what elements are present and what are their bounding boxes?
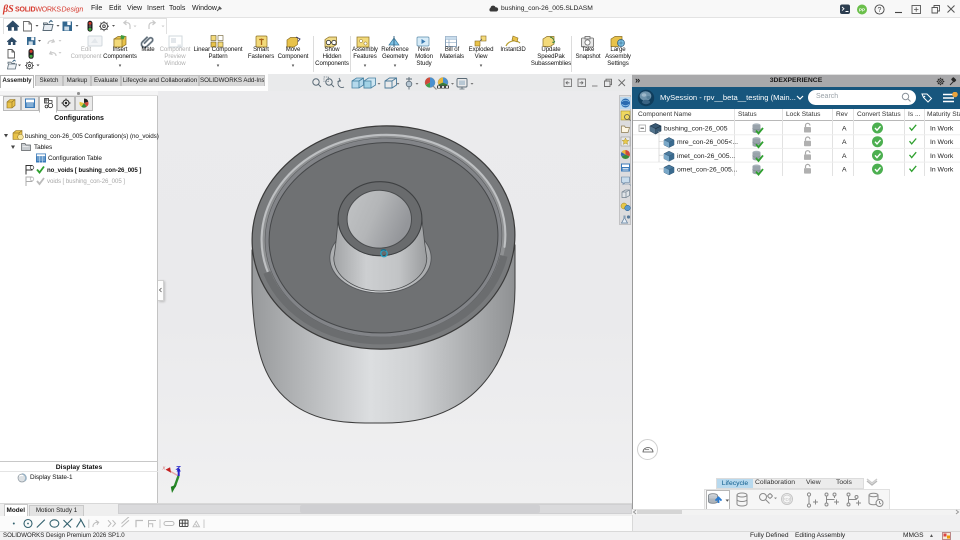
svg-text:imet_con-26_005...: imet_con-26_005...	[677, 153, 735, 160]
svg-text:In Work: In Work	[930, 126, 954, 133]
svg-text:bushing_con-26_005: bushing_con-26_005	[664, 126, 728, 133]
svg-text:mre_con-26_005<...: mre_con-26_005<...	[677, 139, 738, 146]
svg-text:In Work: In Work	[930, 153, 954, 160]
svg-text:SOLIDWORKS: SOLIDWORKS	[15, 7, 61, 14]
svg-text:A: A	[842, 126, 847, 133]
svg-text:βS: βS	[2, 4, 14, 15]
svg-text:omet_con-26_005...: omet_con-26_005...	[677, 167, 738, 174]
svg-text:?: ?	[878, 7, 882, 14]
svg-text:A: A	[842, 139, 847, 146]
svg-text:In Work: In Work	[930, 139, 954, 146]
svg-text:In Work: In Work	[930, 167, 954, 174]
svg-text:A: A	[842, 153, 847, 160]
svg-text:Design: Design	[62, 7, 84, 14]
svg-text:x: x	[162, 466, 166, 472]
svg-text:A: A	[842, 167, 847, 174]
svg-text:PDF: PDF	[783, 497, 792, 502]
svg-text:PP: PP	[859, 8, 865, 13]
